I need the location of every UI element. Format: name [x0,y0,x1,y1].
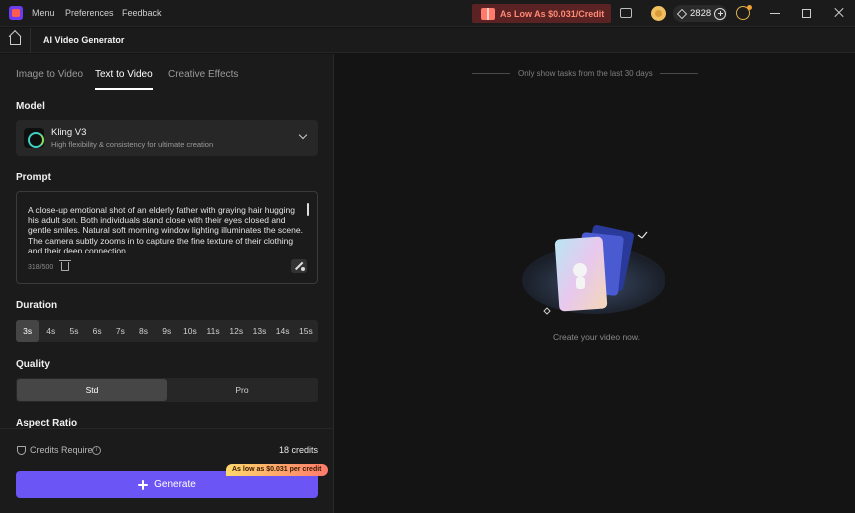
add-credits-icon[interactable] [714,7,727,20]
settings-panel: Image to Video Text to Video Creative Ef… [0,54,334,513]
model-label: Model [16,101,45,112]
gift-icon [481,7,495,20]
tab-text-to-video[interactable]: Text to Video [95,69,153,80]
info-icon[interactable]: i [92,446,101,455]
model-description: High flexibility & consistency for ultim… [51,140,214,149]
menu-item-menu[interactable]: Menu [32,8,55,18]
credits-require-label: Credits Require [30,445,93,455]
model-selector[interactable]: Kling V3 High flexibility & consistency … [16,120,318,156]
maximize-button[interactable] [802,9,811,18]
home-button[interactable] [0,28,31,53]
close-button[interactable] [833,7,845,19]
page-title: AI Video Generator [43,35,125,45]
promo-text: As Low As $0.031/Credit [500,8,605,19]
model-name: Kling V3 [51,127,87,138]
task-panel: Only show tasks from the last 30 days Cr… [335,54,855,513]
duration-option-4s[interactable]: 4s [39,320,62,342]
credits-balance-pill[interactable]: 2828 [673,5,727,22]
home-icon [10,36,21,45]
quality-label: Quality [16,359,50,370]
empty-state-text: Create your video now. [553,332,640,342]
char-count: 318/500 [28,264,54,271]
duration-option-11s[interactable]: 11s [202,320,225,342]
menu-item-feedback[interactable]: Feedback [122,8,162,18]
duration-option-12s[interactable]: 12s [225,320,248,342]
diamond-icon [676,8,688,19]
trash-icon[interactable] [59,260,71,271]
duration-option-10s[interactable]: 10s [178,320,201,342]
credits-balance: 2828 [690,8,712,19]
menu-item-preferences[interactable]: Preferences [65,8,114,18]
hint-divider-right [660,73,698,74]
hint-divider-left [472,73,510,74]
quality-selector: Std Pro [16,378,318,402]
duration-option-14s[interactable]: 14s [271,320,294,342]
prompt-scrollbar[interactable] [307,203,309,216]
empty-state-illustration-icon [522,225,665,315]
prompt-text[interactable]: A close-up emotional shot of an elderly … [28,205,303,253]
minimize-button[interactable] [769,7,781,19]
duration-option-7s[interactable]: 7s [109,320,132,342]
task-history-hint: Only show tasks from the last 30 days [518,69,653,78]
credits-shield-icon [17,446,26,455]
prompt-input[interactable]: A close-up emotional shot of an elderly … [16,191,318,284]
chevron-down-icon [298,130,308,140]
prompt-label: Prompt [16,172,51,183]
duration-option-6s[interactable]: 6s [86,320,109,342]
duration-label: Duration [16,300,58,311]
duration-option-13s[interactable]: 13s [248,320,271,342]
magic-wand-icon[interactable] [291,259,307,273]
header-bar: AI Video Generator [0,28,855,53]
promo-banner[interactable]: As Low As $0.031/Credit [472,4,611,23]
duration-option-5s[interactable]: 5s [62,320,85,342]
generate-label: Generate [154,479,196,490]
duration-option-15s[interactable]: 15s [294,320,317,342]
generate-footer: Credits Require i 18 credits Generate As… [0,428,333,513]
duration-option-3s[interactable]: 3s [16,320,40,342]
app-logo-icon [9,6,23,20]
active-tab-indicator [95,88,153,90]
sparkle-icon [138,479,149,490]
message-icon[interactable] [620,8,632,18]
tab-creative-effects[interactable]: Creative Effects [168,69,238,80]
user-account-icon[interactable] [736,5,752,20]
coin-icon[interactable] [651,6,666,21]
kling-logo-icon [24,128,44,148]
duration-option-9s[interactable]: 9s [155,320,178,342]
title-bar: Menu Preferences Feedback As Low As $0.0… [0,0,855,27]
duration-option-8s[interactable]: 8s [132,320,155,342]
tab-image-to-video[interactable]: Image to Video [16,69,83,80]
duration-selector: 3s 4s 5s 6s 7s 8s 9s 10s 11s 12s 13s 14s… [16,320,318,342]
credits-require-value: 18 credits [278,445,318,455]
quality-option-pro[interactable]: Pro [167,379,317,401]
quality-option-std[interactable]: Std [17,379,167,401]
price-badge: As low as $0.031 per credit [226,464,328,476]
